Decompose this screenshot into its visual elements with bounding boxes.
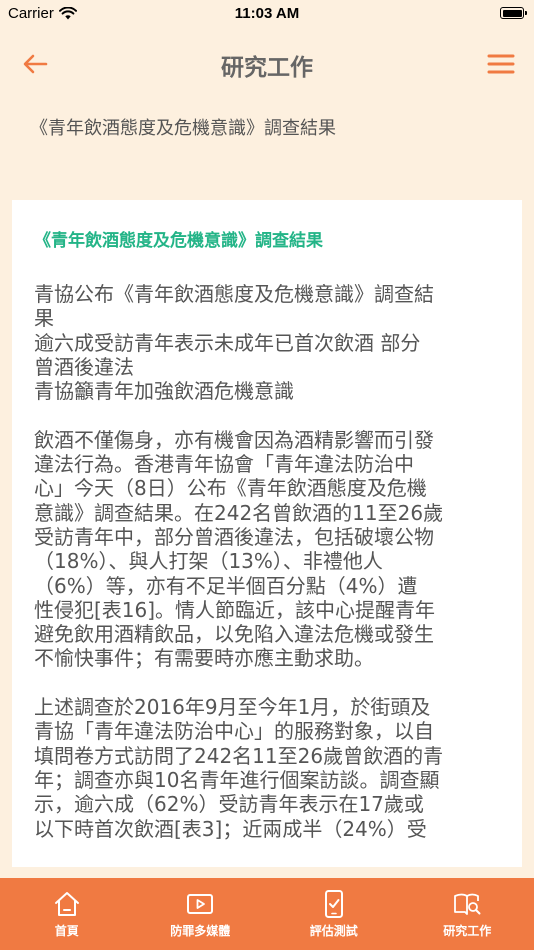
tab-label: 防罪多媒體 — [170, 924, 231, 938]
article-paragraph: 上述調查於2016年9月至今年1月，於街頭及 青協「青年違法防治中心」的服務對象… — [34, 695, 444, 841]
back-button[interactable] — [20, 50, 52, 78]
article-body: 青協公布《青年飲酒態度及危機意識》調查結 果 逾六成受訪青年表示未成年已首次飲酒… — [34, 282, 509, 865]
page-subtitle: 《青年飲酒態度及危機意識》調查結果 — [30, 118, 336, 139]
article-title: 《青年飲酒態度及危機意識》調查結果 — [34, 231, 323, 251]
tab-label: 首頁 — [54, 924, 79, 938]
book-search-icon — [454, 893, 481, 915]
nav-title: 研究工作 — [221, 55, 313, 81]
tab-label: 評估測試 — [309, 924, 358, 938]
nav-bar: 研究工作 — [0, 28, 534, 100]
tab-label: 研究工作 — [443, 924, 492, 938]
tab-assessment[interactable]: 評估測試 — [267, 878, 401, 950]
tab-multimedia[interactable]: 防罪多媒體 — [134, 878, 268, 950]
tab-home[interactable]: 首頁 — [0, 878, 134, 950]
menu-button[interactable] — [486, 50, 516, 78]
article-paragraph: 飲酒不僅傷身，亦有機會因為酒精影響而引發 違法行為。香港青年協會「青年違法防治中… — [34, 427, 444, 671]
article-paragraph: 青協公布《青年飲酒態度及危機意識》調查結 果 逾六成受訪青年表示未成年已首次飲酒… — [34, 282, 434, 404]
battery-icon — [500, 7, 527, 19]
tab-bar: 首頁 防罪多媒體 評估測試 研究工作 — [0, 878, 534, 950]
tab-research[interactable]: 研究工作 — [401, 878, 534, 950]
status-time: 11:03 AM — [234, 5, 300, 22]
arrow-left-icon — [23, 54, 48, 74]
video-play-icon — [187, 894, 214, 914]
article-card[interactable]: 《青年飲酒態度及危機意識》調查結果 青協公布《青年飲酒態度及危機意識》調查結 果… — [12, 200, 522, 867]
checklist-phone-icon — [324, 890, 343, 918]
status-bar: Carrier 11:03 AM — [0, 0, 534, 28]
menu-icon — [487, 54, 515, 74]
home-icon — [54, 892, 79, 916]
